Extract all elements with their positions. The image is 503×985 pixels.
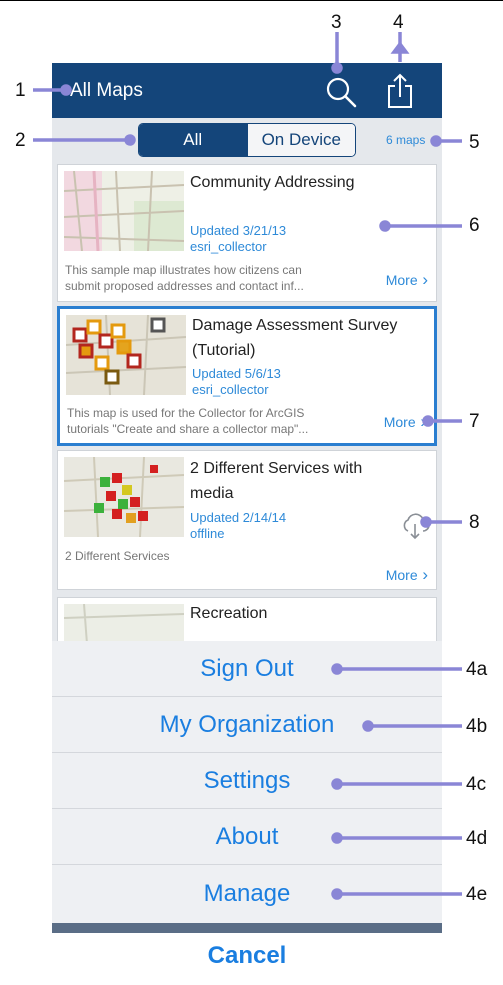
callout-4e: 4e — [466, 884, 488, 905]
callout-4c: 4c — [466, 774, 487, 795]
callout-2: 2 — [15, 130, 26, 151]
callout-5: 5 — [469, 132, 480, 153]
callout-3: 3 — [331, 12, 342, 33]
callout-6: 6 — [469, 215, 480, 236]
callout-4b: 4b — [466, 716, 488, 737]
callout-1: 1 — [15, 80, 26, 101]
callout-7: 7 — [469, 411, 480, 432]
callout-8: 8 — [469, 512, 480, 533]
callout-lines — [33, 32, 462, 900]
callout-4a: 4a — [466, 659, 488, 680]
callout-4d: 4d — [466, 828, 488, 849]
callout-4: 4 — [393, 12, 404, 33]
